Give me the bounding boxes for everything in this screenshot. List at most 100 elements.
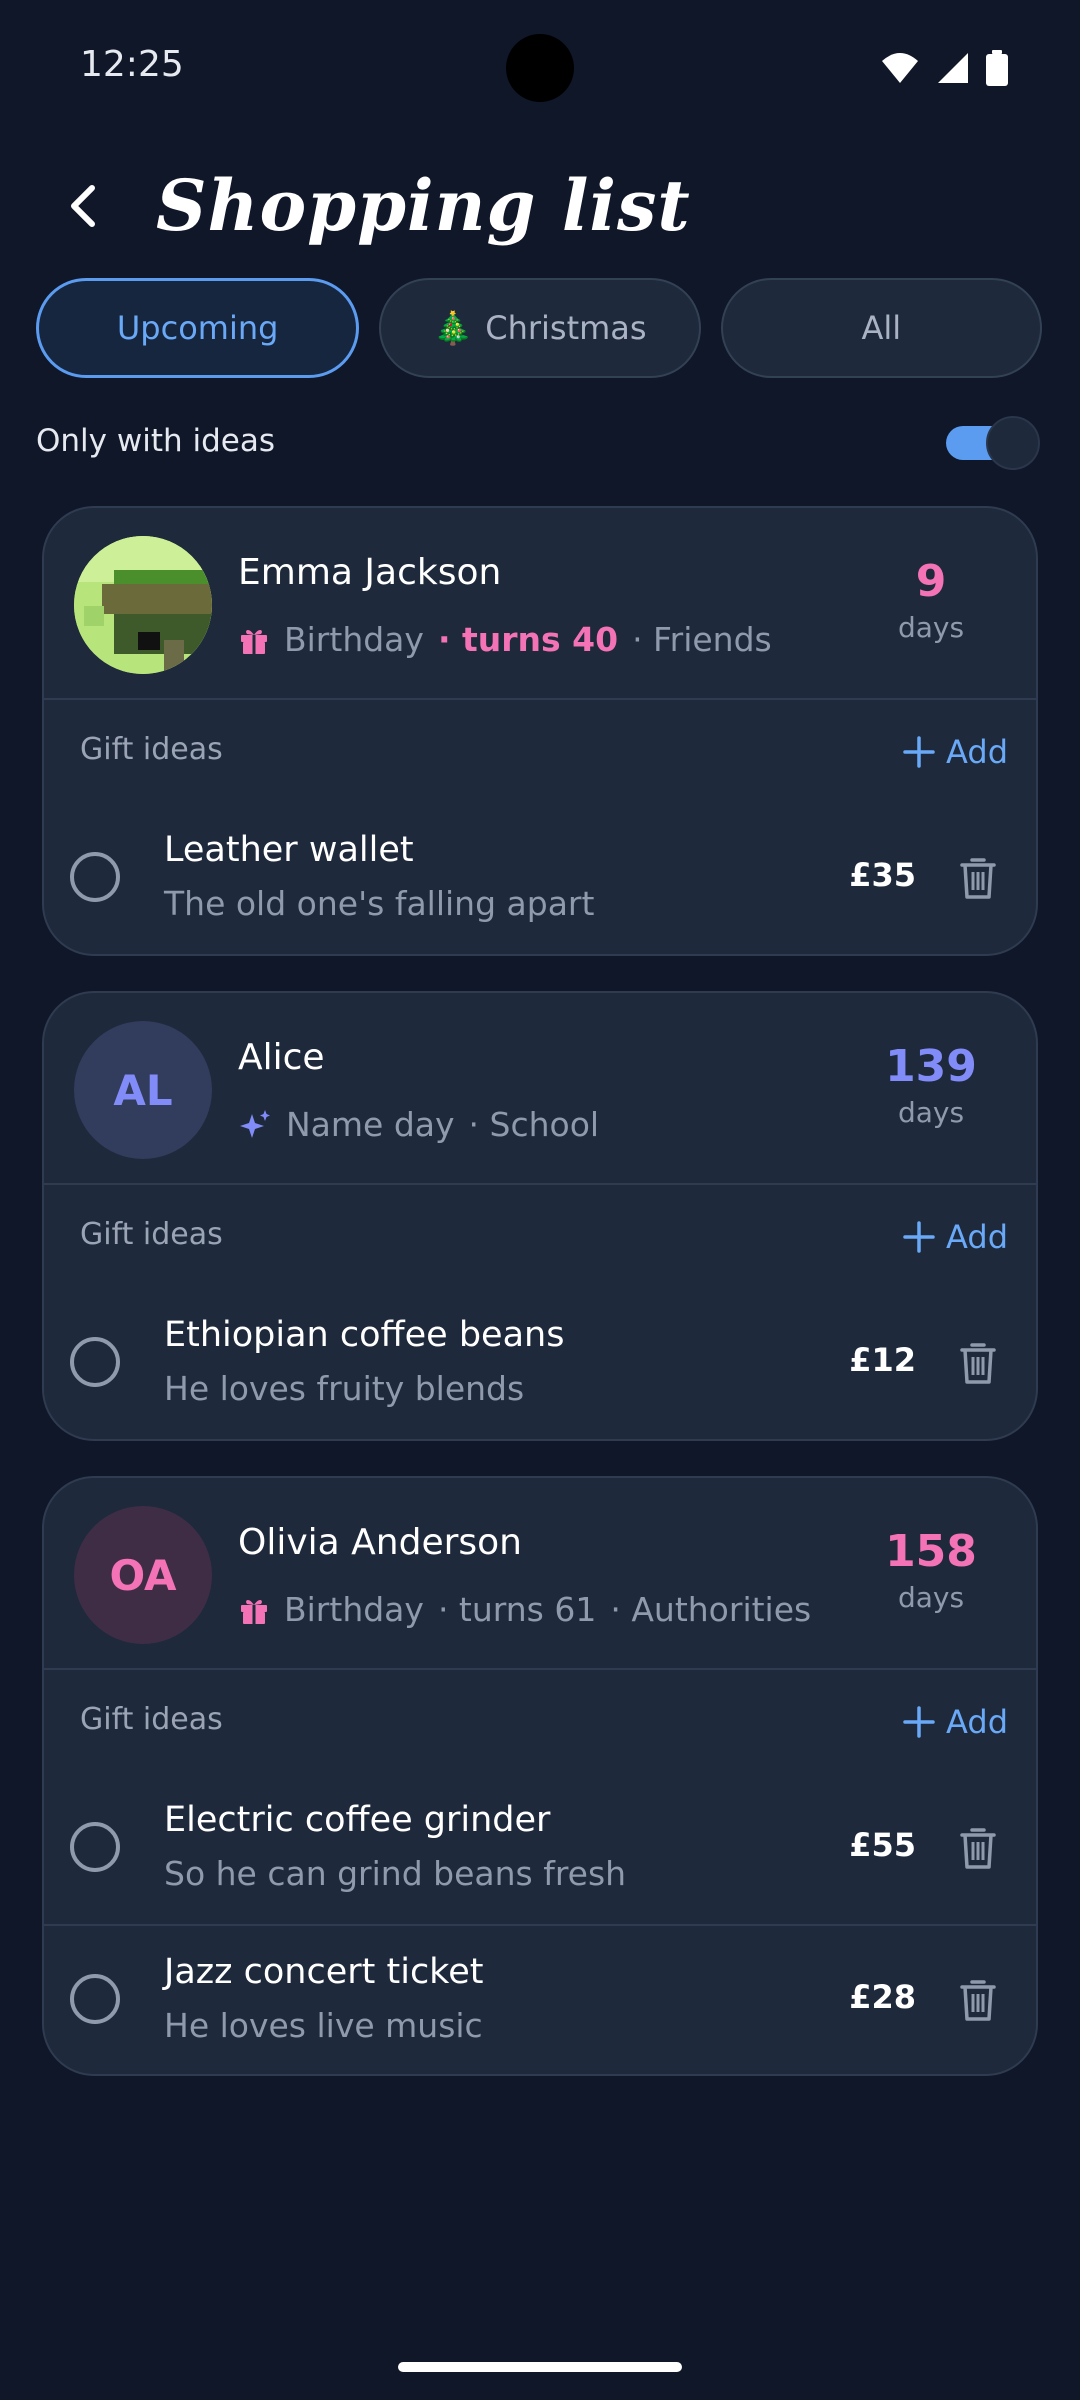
add-gift-idea-button[interactable]: Add [902, 724, 1008, 780]
gift-idea-title: Ethiopian coffee beans [164, 1315, 565, 1355]
only-with-ideas-row: Only with ideas [36, 410, 1040, 472]
gift-ideas-header: Gift ideas Add [44, 700, 1036, 804]
tab-label: All [861, 309, 902, 347]
trash-icon [960, 1343, 996, 1384]
tab-all[interactable]: All [720, 278, 1042, 378]
turns-age: · turns 40 [437, 620, 619, 659]
days-number: 158 [885, 1526, 977, 1577]
person-meta: Name day · School [238, 1105, 599, 1144]
tab-label: Upcoming [116, 309, 279, 347]
avatar: AL [74, 1021, 212, 1159]
gift-ideas-label: Gift ideas [80, 1217, 223, 1252]
gift-idea-item[interactable]: Jazz concert ticket He loves live music … [44, 1924, 1036, 2074]
status-time: 12:25 [80, 44, 184, 85]
camera-cutout [506, 34, 574, 102]
person-card-header[interactable]: OA Olivia Anderson Birthday · turns 61 ·… [44, 1478, 1036, 1670]
days-label: days [897, 1096, 965, 1129]
avatar-initials: AL [113, 1065, 173, 1115]
delete-button[interactable] [950, 1970, 1006, 2030]
add-gift-idea-button[interactable]: Add [902, 1209, 1008, 1265]
event-type: Name day [286, 1105, 455, 1144]
person-name: Emma Jackson [238, 552, 502, 593]
group-label: · Friends [632, 620, 772, 659]
gift-icon [241, 1599, 267, 1624]
gift-idea-price: £55 [849, 1826, 916, 1864]
plus-icon [903, 736, 935, 768]
top-app-bar: Shopping list [0, 150, 1080, 270]
christmas-tree-icon: 🎄 [433, 309, 474, 347]
only-with-ideas-toggle[interactable] [946, 416, 1040, 470]
gift-idea-note: The old one's falling apart [164, 884, 595, 923]
gift-idea-price: £12 [849, 1341, 916, 1379]
event-type: Birthday [284, 620, 424, 659]
gift-idea-item[interactable]: Leather wallet The old one's falling apa… [44, 804, 1036, 954]
avatar-initials: OA [109, 1550, 177, 1600]
gift-idea-note: So he can grind beans fresh [164, 1854, 627, 1893]
gift-idea-checkbox[interactable] [70, 1337, 120, 1387]
gift-ideas-header: Gift ideas Add [44, 1670, 1036, 1774]
gift-idea-price: £35 [849, 856, 916, 894]
add-label: Add [946, 1218, 1008, 1256]
delete-button[interactable] [950, 848, 1006, 908]
status-icons [880, 48, 1008, 88]
avatar: OA [74, 1506, 212, 1644]
turns-age: · turns 61 [437, 1590, 597, 1629]
days-countdown: 9 days [876, 556, 986, 644]
trash-icon [960, 1980, 996, 2021]
add-gift-idea-button[interactable]: Add [902, 1694, 1008, 1750]
group-label: · School [468, 1105, 600, 1144]
wifi-icon [882, 53, 918, 83]
gift-ideas-label: Gift ideas [80, 1702, 223, 1737]
battery-icon [986, 50, 1008, 86]
days-label: days [897, 1581, 965, 1614]
screen: 12:25 Shopping list Upcoming 🎄 Christmas… [0, 0, 1080, 2400]
person-card: AL Alice Name day · School 139 days Gift… [42, 991, 1038, 1441]
delete-button[interactable] [950, 1818, 1006, 1878]
gift-idea-item[interactable]: Ethiopian coffee beans He loves fruity b… [44, 1289, 1036, 1439]
tab-christmas[interactable]: 🎄 Christmas [379, 278, 701, 378]
toggle-knob [986, 416, 1040, 470]
days-countdown: 158 days [876, 1526, 986, 1614]
person-card-header[interactable]: Emma Jackson Birthday · turns 40 · Frien… [44, 508, 1036, 700]
tab-label: Christmas [485, 309, 647, 347]
cellular-signal-icon [938, 53, 968, 83]
person-name: Olivia Anderson [238, 1522, 522, 1563]
gift-idea-note: He loves live music [164, 2006, 483, 2045]
person-meta: Birthday · turns 61 · Authorities [238, 1590, 811, 1629]
gift-idea-title: Jazz concert ticket [164, 1952, 484, 1992]
days-label: days [897, 611, 965, 644]
person-name: Alice [238, 1037, 325, 1078]
gift-idea-checkbox[interactable] [70, 1822, 120, 1872]
days-countdown: 139 days [876, 1041, 986, 1129]
status-bar: 12:25 [0, 0, 1080, 136]
trash-icon [960, 858, 996, 899]
gift-idea-item[interactable]: Electric coffee grinder So he can grind … [44, 1774, 1036, 1924]
gift-idea-title: Leather wallet [164, 830, 414, 870]
filter-tabs: Upcoming 🎄 Christmas All [36, 278, 1042, 378]
days-number: 9 [915, 556, 947, 607]
gift-idea-note: He loves fruity blends [164, 1369, 525, 1408]
plus-icon [903, 1706, 935, 1738]
group-label: · Authorities [610, 1590, 812, 1629]
gift-idea-title: Electric coffee grinder [164, 1800, 551, 1840]
trash-icon [960, 1828, 996, 1869]
only-with-ideas-label: Only with ideas [36, 423, 275, 459]
home-indicator[interactable] [398, 2362, 682, 2372]
gift-idea-checkbox[interactable] [70, 852, 120, 902]
person-card: OA Olivia Anderson Birthday · turns 61 ·… [42, 1476, 1038, 2076]
tab-upcoming[interactable]: Upcoming [36, 278, 360, 378]
gift-idea-checkbox[interactable] [70, 1974, 120, 2024]
person-card-header[interactable]: AL Alice Name day · School 139 days [44, 993, 1036, 1185]
back-arrow-icon [71, 185, 95, 227]
gift-ideas-header: Gift ideas Add [44, 1185, 1036, 1289]
avatar-image [74, 536, 212, 674]
gift-ideas-label: Gift ideas [80, 732, 223, 767]
delete-button[interactable] [950, 1333, 1006, 1393]
plus-icon [903, 1221, 935, 1253]
add-label: Add [946, 1703, 1008, 1741]
gift-icon [241, 629, 267, 654]
event-type: Birthday [284, 1590, 424, 1629]
sparkles-icon [240, 1109, 270, 1138]
back-button[interactable] [52, 174, 116, 238]
page-title: Shopping list [156, 164, 691, 247]
